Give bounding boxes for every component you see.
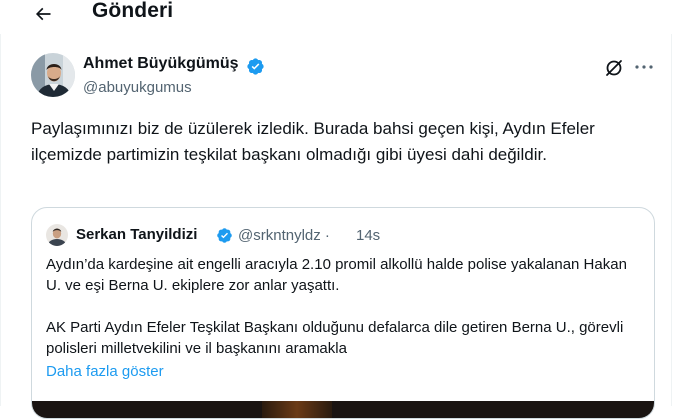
top-bar: Gönderi — [0, 0, 679, 30]
quoted-post[interactable]: Serkan Tanyildizi @srkntnyldz · 14s Aydı… — [31, 207, 655, 419]
avatar[interactable] — [31, 53, 75, 97]
author-name[interactable]: Ahmet Büyükgümüş — [83, 55, 239, 73]
grok-icon — [606, 60, 622, 76]
quoted-media-preview[interactable] — [32, 401, 654, 418]
page-title: Gönderi — [92, 0, 174, 22]
post-text: Paylaşımınızı biz de üzülerek izledik. B… — [31, 119, 595, 164]
meta-separator: · — [324, 227, 330, 244]
show-more-link[interactable]: Daha fazla göster — [46, 363, 164, 380]
grok-button[interactable] — [603, 57, 625, 79]
quoted-handle-text: @srkntnyldz — [238, 227, 321, 244]
back-button[interactable] — [30, 1, 56, 27]
verified-badge-icon — [247, 58, 264, 75]
author-handle[interactable]: @abuyukgumus — [83, 79, 192, 96]
quoted-verified-badge-icon — [217, 228, 232, 243]
arrow-left-icon — [35, 7, 51, 21]
quoted-timestamp[interactable]: 14s — [356, 227, 380, 244]
quoted-post-text: Aydın’da kardeşine ait engelli aracıyla … — [46, 256, 627, 357]
media-highlight — [262, 401, 332, 418]
profile-photo — [31, 53, 75, 97]
quoted-author-handle: @srkntnyldz · — [238, 227, 330, 244]
quoted-profile-photo — [46, 224, 68, 246]
more-horizontal-icon — [635, 65, 653, 69]
more-options-button[interactable] — [632, 56, 656, 78]
quoted-avatar[interactable] — [46, 224, 68, 246]
quoted-author-name: Serkan Tanyildizi — [76, 226, 198, 243]
